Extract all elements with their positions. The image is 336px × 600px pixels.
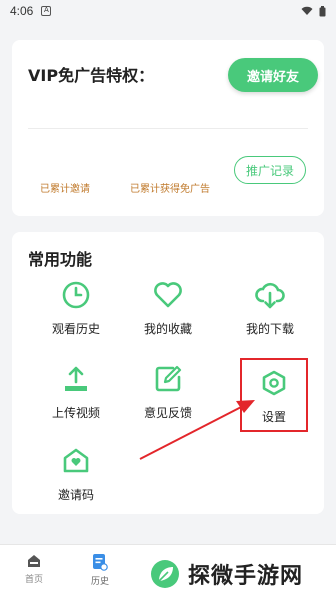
history-doc-icon bbox=[93, 554, 108, 571]
home-icon bbox=[28, 555, 40, 567]
status-time: 4:06 bbox=[10, 4, 34, 18]
func-invite-code[interactable]: 邀请码 bbox=[28, 444, 124, 508]
settings-highlight-box bbox=[240, 358, 308, 432]
cloud-download-icon bbox=[253, 278, 287, 312]
func-downloads[interactable]: 我的下载 bbox=[222, 278, 318, 342]
watermark-text: 探微手游网 bbox=[188, 564, 304, 589]
wifi-icon bbox=[301, 6, 313, 15]
invite-friends-button[interactable]: 邀请好友 bbox=[228, 58, 318, 92]
notification-a-icon: A bbox=[41, 6, 52, 16]
common-functions-card: 常用功能 观看历史 我的收藏 我的下载 上传视频 意见反馈 设置 邀请码 bbox=[12, 232, 324, 514]
site-watermark: 探微手游网 bbox=[140, 548, 336, 600]
tab-label: 历史 bbox=[90, 577, 109, 587]
func-label: 我的收藏 bbox=[143, 322, 192, 336]
heart-icon bbox=[151, 278, 185, 312]
status-right bbox=[301, 5, 326, 17]
func-feedback[interactable]: 意见反馈 bbox=[120, 362, 216, 426]
func-label: 上传视频 bbox=[51, 406, 100, 420]
vip-divider bbox=[28, 128, 308, 129]
func-watch-history[interactable]: 观看历史 bbox=[28, 278, 124, 342]
stat-invited-label: 已累计邀请 bbox=[40, 184, 90, 195]
func-upload-video[interactable]: 上传视频 bbox=[28, 362, 124, 426]
upload-icon bbox=[59, 362, 93, 396]
stat-earned-label: 已累计获得免广告 bbox=[130, 184, 210, 195]
func-label: 意见反馈 bbox=[143, 406, 192, 420]
tab-label: 首页 bbox=[24, 575, 43, 585]
promotion-record-button[interactable]: 推广记录 bbox=[234, 156, 306, 184]
functions-title: 常用功能 bbox=[28, 250, 93, 269]
func-label: 观看历史 bbox=[51, 322, 100, 336]
battery-icon bbox=[319, 5, 326, 16]
feedback-edit-icon bbox=[151, 362, 185, 396]
vip-title: VIP免广告特权： bbox=[28, 66, 155, 85]
vip-card: VIP免广告特权： 邀请好友 已累计邀请 已累计获得免广告 推广记录 bbox=[12, 40, 324, 216]
leaf-logo-icon bbox=[151, 560, 179, 588]
func-label: 邀请码 bbox=[57, 488, 94, 502]
status-bar: 4:06 A bbox=[0, 0, 336, 22]
func-label: 我的下载 bbox=[245, 322, 294, 336]
clock-icon bbox=[59, 278, 93, 312]
tab-history[interactable]: 历史 bbox=[78, 553, 122, 587]
func-favorites[interactable]: 我的收藏 bbox=[120, 278, 216, 342]
envelope-heart-icon bbox=[59, 444, 93, 478]
tab-home[interactable]: 首页 bbox=[12, 553, 56, 585]
